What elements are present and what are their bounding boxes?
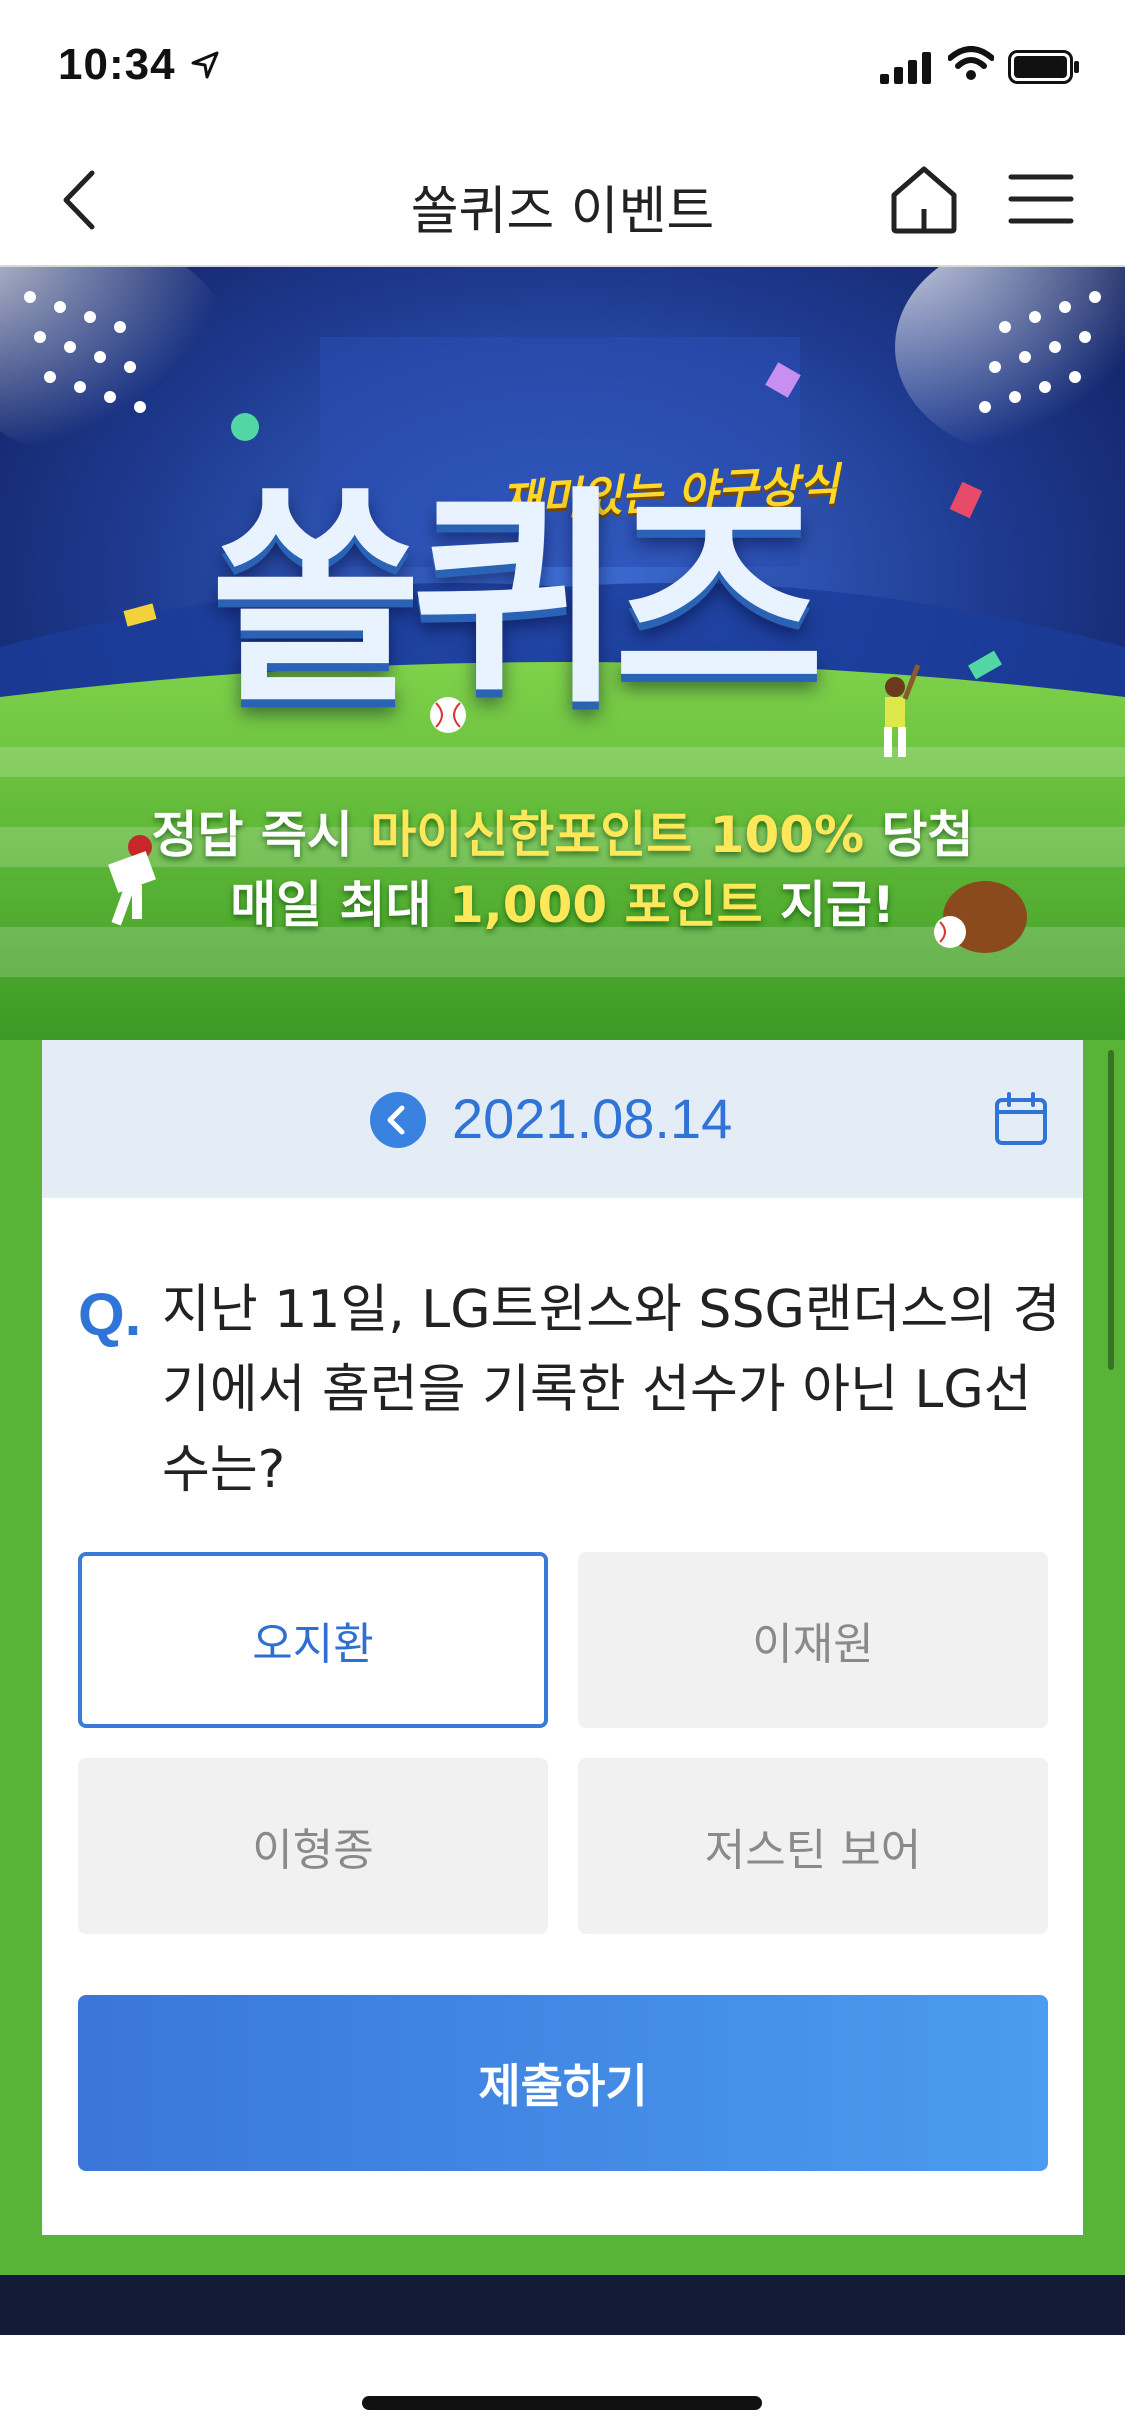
home-indicator[interactable] bbox=[362, 2396, 762, 2410]
question-text: 지난 11일, LG트윈스와 SSG랜더스의 경기에서 홈런을 기록한 선수가 … bbox=[162, 1280, 1061, 1500]
quiz-card: 2021.08.14 Q. 지난 11일, LG트윈스와 SSG랜더스의 경기에… bbox=[42, 1040, 1083, 2235]
chevron-left-circle-icon[interactable] bbox=[370, 1092, 426, 1148]
cellular-signal-icon bbox=[880, 52, 931, 84]
scroll-indicator[interactable] bbox=[1108, 1050, 1114, 1370]
quiz-date: 2021.08.14 bbox=[452, 1087, 733, 1150]
answer-option-3[interactable]: 이형종 bbox=[78, 1758, 548, 1934]
hamburger-menu-icon[interactable] bbox=[1008, 171, 1074, 227]
event-banner: 재미있는 야구상식 쏠퀴즈 정답 즉시 마이신한포인트 100% 당첨 매일 최… bbox=[0, 267, 1125, 1042]
answer-option-2[interactable]: 이재원 bbox=[578, 1552, 1048, 1728]
location-arrow-icon bbox=[191, 51, 219, 79]
footer-band bbox=[0, 2275, 1125, 2335]
wifi-icon bbox=[948, 46, 994, 80]
answer-option-4[interactable]: 저스틴 보어 bbox=[578, 1758, 1048, 1934]
answer-option-1[interactable]: 오지환 bbox=[78, 1552, 548, 1728]
submit-button[interactable]: 제출하기 bbox=[78, 1995, 1048, 2171]
status-time: 10:34 bbox=[58, 40, 176, 89]
date-bar: 2021.08.14 bbox=[42, 1040, 1083, 1198]
quiz-logo: 쏠퀴즈 bbox=[210, 468, 825, 735]
home-icon[interactable] bbox=[884, 159, 964, 239]
battery-icon bbox=[1008, 50, 1079, 84]
calendar-icon[interactable] bbox=[994, 1092, 1048, 1146]
banner-line-1: 정답 즉시 마이신한포인트 100% 당첨 bbox=[151, 806, 974, 864]
status-bar: 10:34 bbox=[0, 0, 1125, 135]
question-label: Q. bbox=[78, 1281, 142, 1348]
nav-bar: 쏠퀴즈 이벤트 bbox=[0, 135, 1125, 267]
banner-line-2: 매일 최대 1,000 포인트 지급! bbox=[230, 876, 895, 934]
